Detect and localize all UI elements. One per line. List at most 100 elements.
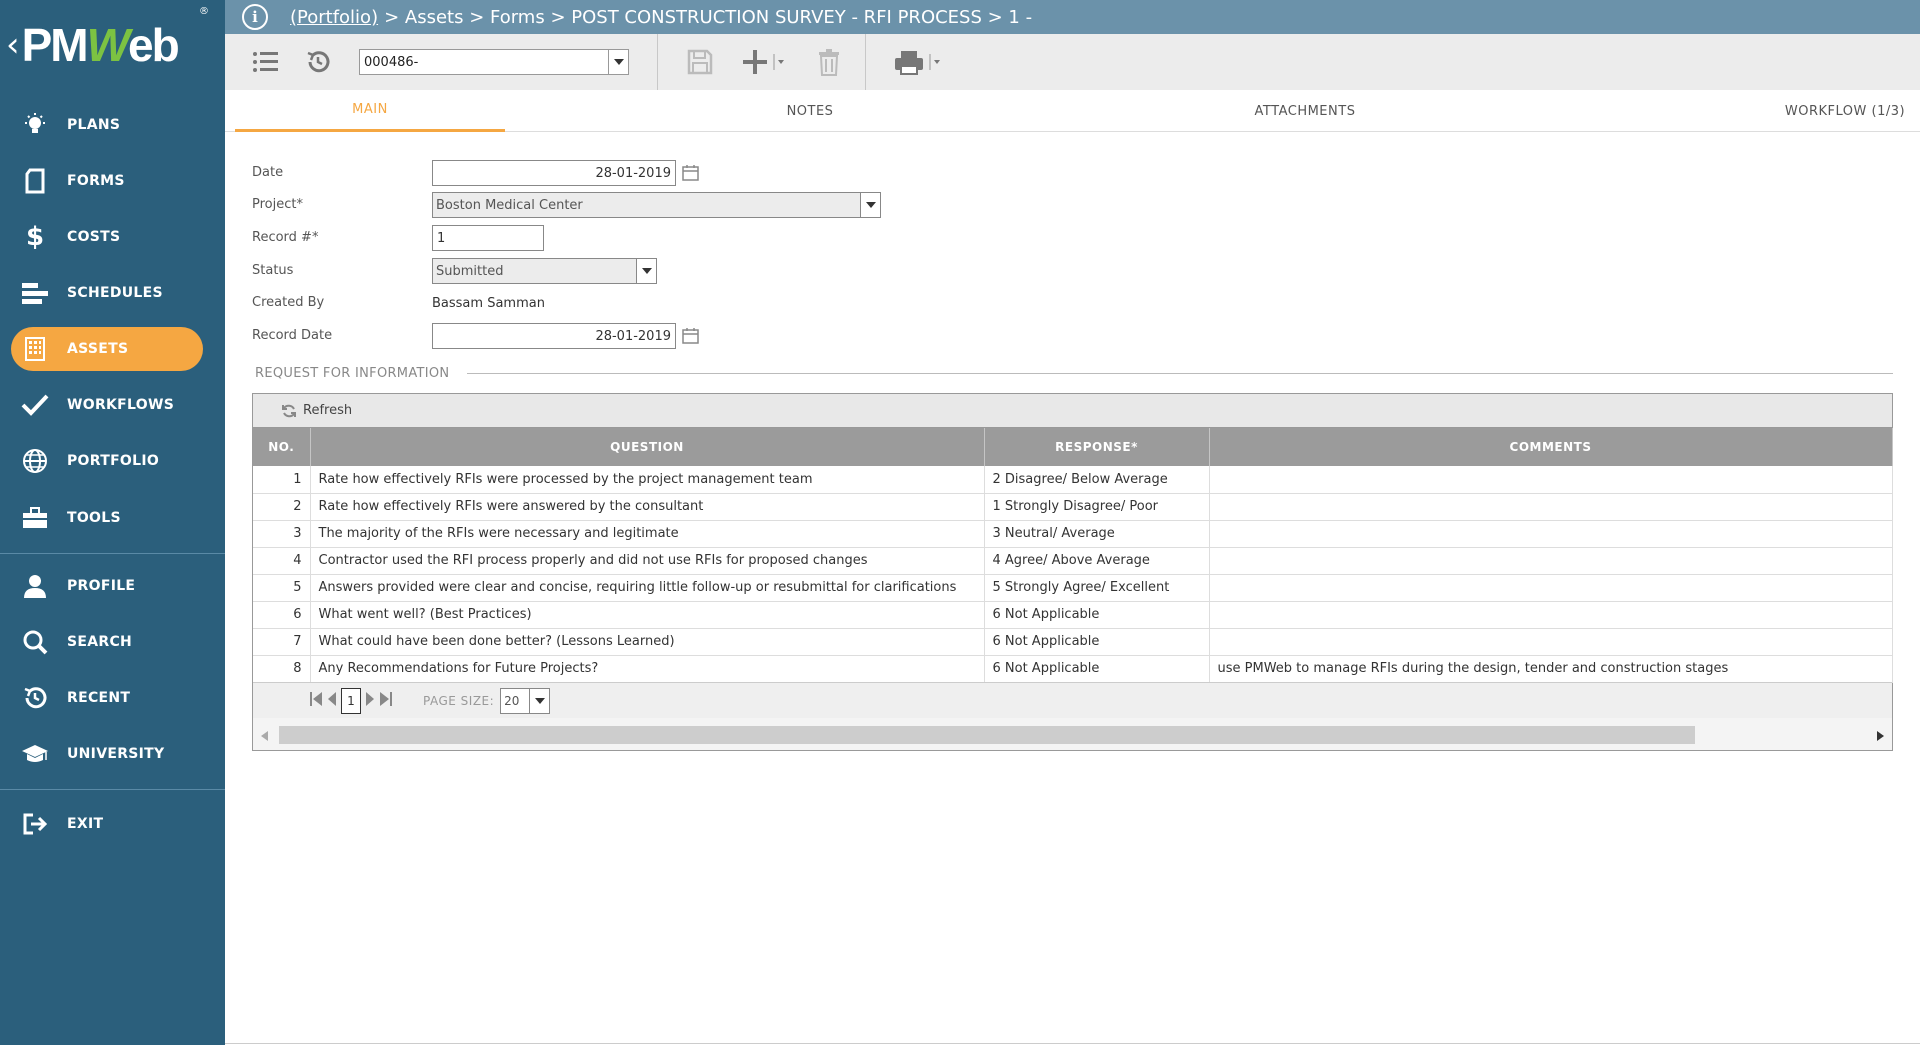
cell-response[interactable]: 6 Not Applicable (984, 601, 1210, 629)
calendar-icon[interactable] (682, 164, 699, 181)
table-row[interactable]: 7 What could have been done better? (Les… (253, 628, 1893, 656)
print-button[interactable] (893, 46, 949, 78)
column-header-no[interactable]: NO. (253, 428, 311, 466)
trash-icon (819, 49, 839, 76)
cell-question[interactable]: The majority of the RFIs were necessary … (310, 520, 985, 548)
history-button[interactable] (301, 46, 335, 78)
cell-comments[interactable] (1209, 466, 1893, 494)
status-select[interactable]: Submitted (432, 258, 657, 284)
nav-workflows[interactable]: WORKFLOWS (11, 383, 203, 427)
record-date-field[interactable]: 28-01-2019 (432, 323, 676, 349)
nav-search[interactable]: SEARCH (11, 620, 203, 664)
tab-notes[interactable]: NOTES (755, 90, 865, 132)
toolbar: 000486- (225, 34, 1920, 90)
date-field[interactable]: 28-01-2019 (432, 160, 676, 186)
nav-portfolio[interactable]: PORTFOLIO (11, 439, 203, 483)
tab-main[interactable]: MAIN (235, 90, 505, 132)
table-row[interactable]: 3 The majority of the RFIs were necessar… (253, 520, 1893, 548)
refresh-icon (282, 404, 296, 417)
back-chevron-icon[interactable]: ‹ (6, 28, 20, 62)
cell-question[interactable]: What went well? (Best Practices) (310, 601, 985, 629)
scrollbar-thumb[interactable] (279, 726, 1695, 744)
breadcrumb-portfolio-link[interactable]: (Portfolio) (290, 7, 378, 28)
cell-response[interactable]: 6 Not Applicable (984, 655, 1210, 683)
cell-response[interactable]: 3 Neutral/ Average (984, 520, 1210, 548)
table-row[interactable]: 1 Rate how effectively RFIs were process… (253, 466, 1893, 494)
chevron-down-icon[interactable] (608, 50, 628, 74)
scroll-right-icon[interactable] (1877, 729, 1884, 745)
nav-assets[interactable]: ASSETS (11, 327, 203, 371)
project-label: Project* (252, 197, 303, 212)
nav-university[interactable]: UNIVERSITY (11, 732, 203, 776)
cell-comments[interactable] (1209, 574, 1893, 602)
page-size-value: 20 (504, 693, 520, 708)
table-row[interactable]: 4 Contractor used the RFI process proper… (253, 547, 1893, 575)
column-header-question[interactable]: QUESTION (310, 428, 985, 466)
nav-exit[interactable]: EXIT (11, 802, 203, 846)
cell-question[interactable]: Rate how effectively RFIs were processed… (310, 466, 985, 494)
cell-comments[interactable] (1209, 493, 1893, 521)
printer-icon (895, 51, 940, 75)
next-page-icon[interactable] (365, 691, 375, 711)
delete-button[interactable] (813, 46, 845, 78)
document-icon (15, 166, 55, 196)
cell-comments[interactable]: use PMWeb to manage RFIs during the desi… (1209, 655, 1893, 683)
record-number-field[interactable]: 1 (432, 225, 544, 251)
chevron-down-icon[interactable] (529, 688, 549, 713)
cell-question[interactable]: Rate how effectively RFIs were answered … (310, 493, 985, 521)
nav-label: EXIT (67, 816, 104, 832)
status-label: Status (252, 263, 294, 278)
current-page[interactable]: 1 (341, 687, 361, 714)
cell-response[interactable]: 5 Strongly Agree/ Excellent (984, 574, 1210, 602)
cell-response[interactable]: 4 Agree/ Above Average (984, 547, 1210, 575)
table-row[interactable]: 2 Rate how effectively RFIs were answere… (253, 493, 1893, 521)
info-icon[interactable]: i (242, 4, 268, 30)
cell-question[interactable]: What could have been done better? (Lesso… (310, 628, 985, 656)
nav-forms[interactable]: FORMS (11, 159, 203, 203)
chevron-down-icon[interactable] (860, 193, 880, 217)
cell-response[interactable]: 1 Strongly Disagree/ Poor (984, 493, 1210, 521)
nav-profile[interactable]: PROFILE (11, 564, 203, 608)
cell-comments[interactable] (1209, 628, 1893, 656)
nav-recent[interactable]: RECENT (11, 676, 203, 720)
project-select[interactable]: Boston Medical Center (432, 192, 881, 218)
record-selector[interactable]: 000486- (359, 49, 629, 75)
table-row[interactable]: 8 Any Recommendations for Future Project… (253, 655, 1893, 683)
page-size-select[interactable]: 20 (500, 687, 551, 714)
cell-response[interactable]: 6 Not Applicable (984, 628, 1210, 656)
cell-question[interactable]: Any Recommendations for Future Projects? (310, 655, 985, 683)
first-page-icon[interactable] (309, 691, 323, 711)
tab-attachments[interactable]: ATTACHMENTS (1225, 90, 1385, 132)
nav-costs[interactable]: $ COSTS (11, 215, 203, 259)
column-header-comments[interactable]: COMMENTS (1209, 428, 1893, 466)
refresh-button[interactable]: Refresh (253, 394, 1892, 428)
horizontal-scrollbar[interactable] (253, 718, 1892, 750)
cell-question[interactable]: Contractor used the RFI process properly… (310, 547, 985, 575)
column-header-response[interactable]: RESPONSE* (984, 428, 1210, 466)
nav-plans[interactable]: PLANS (11, 103, 203, 147)
add-button[interactable] (740, 46, 792, 78)
cell-comments[interactable] (1209, 547, 1893, 575)
cell-comments[interactable] (1209, 520, 1893, 548)
tab-workflow[interactable]: WORKFLOW (1/3) (1755, 90, 1920, 132)
table-row[interactable]: 6 What went well? (Best Practices) 6 Not… (253, 601, 1893, 629)
sidebar: ‹ PMWeb ® PLANS FORMS $ COSTS SCHEDULES … (0, 0, 225, 1045)
save-button[interactable] (683, 46, 717, 78)
history-icon (307, 51, 330, 73)
last-page-icon[interactable] (379, 691, 393, 711)
nav-tools[interactable]: TOOLS (11, 496, 203, 540)
prev-page-icon[interactable] (327, 691, 337, 711)
chevron-down-icon[interactable] (636, 259, 656, 283)
pmweb-logo[interactable]: ‹ PMWeb ® (0, 0, 225, 90)
table-row[interactable]: 5 Answers provided were clear and concis… (253, 574, 1893, 602)
status-select-value: Submitted (436, 263, 504, 279)
nav-schedules[interactable]: SCHEDULES (11, 271, 203, 315)
cell-no: 8 (253, 655, 311, 683)
cell-response[interactable]: 2 Disagree/ Below Average (984, 466, 1210, 494)
section-divider (467, 373, 1893, 374)
list-view-button[interactable] (249, 46, 283, 78)
cell-comments[interactable] (1209, 601, 1893, 629)
cell-question[interactable]: Answers provided were clear and concise,… (310, 574, 985, 602)
scroll-left-icon[interactable] (261, 729, 268, 745)
calendar-icon[interactable] (682, 327, 699, 344)
